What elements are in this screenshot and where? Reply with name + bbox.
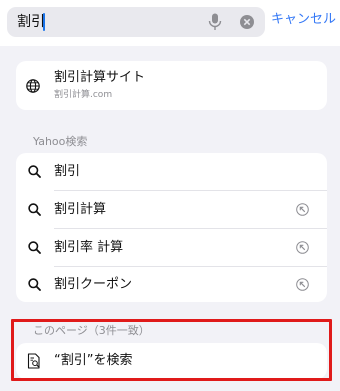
find-on-page-label: “割引”を検索 <box>54 353 133 368</box>
search-icon <box>28 241 41 254</box>
clear-icon[interactable] <box>240 15 254 29</box>
yahoo-section-label: Yahoo検索 <box>33 135 88 148</box>
on-page-section-label: このページ（3件一致） <box>33 324 150 337</box>
search-icon <box>28 203 41 216</box>
suggestion-row[interactable]: 割引率 計算 <box>16 229 327 266</box>
fill-arrow-icon[interactable] <box>296 278 309 291</box>
suggestion-label: 割引 <box>54 164 81 179</box>
fill-arrow-icon[interactable] <box>296 241 309 254</box>
suggestion-label: 割引クーポン <box>54 277 133 292</box>
text-caret <box>43 13 45 31</box>
suggestion-row[interactable]: 割引計算 <box>16 191 327 228</box>
search-input-text[interactable]: 割引 <box>17 14 45 30</box>
cancel-button[interactable]: キャンセル <box>271 12 336 28</box>
site-suggestion-card[interactable]: 割引計算サイト 割引計算.com <box>16 61 327 110</box>
document-search-icon <box>27 353 40 369</box>
find-on-page-row[interactable]: “割引”を検索 <box>16 343 327 379</box>
site-url: 割引計算.com <box>54 90 113 100</box>
fill-arrow-icon[interactable] <box>296 203 309 216</box>
microphone-icon[interactable] <box>208 13 222 31</box>
search-field[interactable]: 割引 <box>7 7 265 37</box>
safari-search-screen: 割引 キャンセル 割引計算サイト 割引計算.com Yahoo検索 割引 割引計… <box>0 0 340 391</box>
search-bar: 割引 キャンセル <box>0 0 340 46</box>
suggestion-row[interactable]: 割引クーポン <box>16 266 327 302</box>
search-icon <box>28 278 41 291</box>
suggestion-row[interactable]: 割引 <box>16 153 327 190</box>
site-title: 割引計算サイト <box>54 70 146 85</box>
search-icon <box>28 165 41 178</box>
yahoo-suggestions-list: 割引 割引計算 割引率 計算 割引クーポン <box>16 153 327 302</box>
suggestion-label: 割引計算 <box>54 202 107 217</box>
globe-icon <box>26 79 40 93</box>
suggestion-label: 割引率 計算 <box>54 240 124 255</box>
